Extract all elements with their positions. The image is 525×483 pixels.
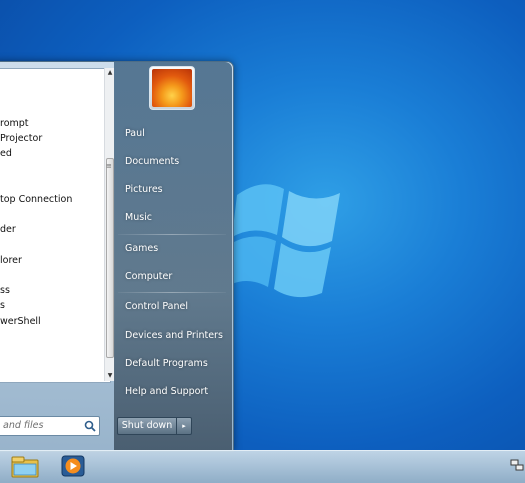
program-item[interactable]: rompt [0,118,29,129]
program-item[interactable]: top Connection [0,194,72,205]
devices-printers-link[interactable]: Devices and Printers [125,330,223,341]
shutdown-options-arrow[interactable]: ▸ [176,417,192,435]
pictures-link[interactable]: Pictures [125,184,163,195]
games-link[interactable]: Games [125,243,158,254]
program-item[interactable]: werShell [0,316,41,327]
programs-list [0,68,111,383]
default-programs-link[interactable]: Default Programs [125,358,208,369]
separator [118,292,226,293]
shutdown-button[interactable]: Shut down [117,417,177,435]
program-item[interactable]: ss [0,285,10,296]
computer-link[interactable]: Computer [125,271,172,282]
scroll-grip-icon: ≡ [106,162,112,170]
program-item[interactable]: der [0,224,16,235]
media-player-icon[interactable] [57,452,89,480]
network-tray-icon[interactable] [510,458,524,472]
search-box[interactable]: and files [0,416,100,436]
search-icon[interactable] [84,420,96,432]
explorer-icon[interactable] [9,452,41,480]
user-picture[interactable] [149,66,195,110]
music-link[interactable]: Music [125,212,152,223]
documents-link[interactable]: Documents [125,156,179,167]
program-item[interactable]: ed [0,148,12,159]
program-item[interactable]: lorer [0,255,22,266]
program-item[interactable]: Projector [0,133,42,144]
control-panel-link[interactable]: Control Panel [125,301,188,312]
search-input[interactable]: and files [3,420,43,431]
user-folder-link[interactable]: Paul [125,128,145,139]
flower-user-avatar [152,69,192,107]
scroll-thumb[interactable] [106,158,114,358]
program-item[interactable]: s [0,300,5,311]
windows-logo [232,184,340,298]
help-support-link[interactable]: Help and Support [125,386,208,397]
separator [118,234,226,235]
